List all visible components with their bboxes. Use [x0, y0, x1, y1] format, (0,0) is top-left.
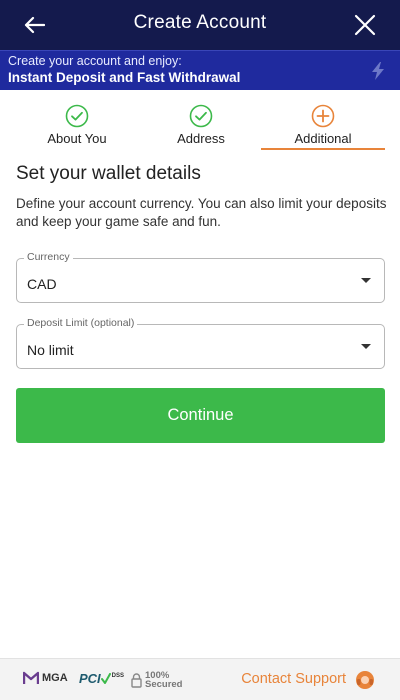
section-description: Define your account currency. You can al… — [16, 196, 387, 229]
promo-banner: Create your account and enjoy: Instant D… — [0, 50, 400, 90]
step-additional[interactable]: Additional — [261, 98, 385, 150]
lock-icon — [131, 672, 142, 688]
caret-down-icon — [361, 278, 371, 283]
currency-value: CAD — [27, 276, 57, 292]
plus-circle-icon — [311, 104, 335, 128]
secured-line-2: Secured — [145, 679, 183, 690]
caret-down-icon — [361, 344, 371, 349]
mga-logo-icon — [23, 671, 39, 684]
check-circle-icon — [189, 104, 213, 128]
arrow-left-icon — [24, 16, 45, 34]
footer-bar: MGA PCI DSS 100% Secured Contact Support — [0, 658, 400, 700]
close-button[interactable] — [350, 10, 380, 40]
deposit-limit-value: No limit — [27, 342, 74, 358]
deposit-limit-select[interactable]: Deposit Limit (optional) No limit — [16, 317, 385, 369]
promo-line-1: Create your account and enjoy: — [8, 54, 182, 68]
currency-select[interactable]: Currency CAD — [16, 251, 385, 303]
mga-badge: MGA — [23, 671, 68, 685]
active-step-indicator — [261, 148, 385, 150]
step-label: Additional — [294, 131, 352, 146]
lightning-bolt-icon — [372, 62, 384, 80]
deposit-limit-label: Deposit Limit (optional) — [24, 317, 138, 329]
check-circle-icon — [65, 104, 89, 128]
pci-check-icon — [100, 672, 111, 684]
mga-text: MGA — [42, 672, 68, 684]
continue-button[interactable]: Continue — [16, 388, 385, 443]
back-button[interactable] — [18, 11, 50, 39]
dss-text: DSS — [111, 673, 125, 679]
pci-dss-badge: PCI DSS — [79, 671, 124, 686]
step-about-you[interactable]: About You — [17, 98, 137, 150]
app-header: Create Account — [0, 0, 400, 50]
progress-steps: About You Address Additional — [0, 98, 400, 150]
close-icon — [354, 14, 376, 36]
pci-text: PCI — [79, 671, 101, 686]
secured-badge: 100% Secured — [131, 671, 183, 689]
section-heading: Set your wallet details — [16, 163, 201, 184]
step-address[interactable]: Address — [141, 98, 261, 150]
page-title: Create Account — [133, 12, 267, 33]
currency-label: Currency — [24, 251, 73, 263]
step-label: About You — [47, 131, 107, 146]
step-label: Address — [177, 131, 225, 146]
headset-icon[interactable] — [354, 669, 376, 691]
secured-text: 100% Secured — [145, 671, 183, 690]
promo-line-2: Instant Deposit and Fast Withdrawal — [8, 70, 241, 85]
contact-support-link[interactable]: Contact Support — [241, 671, 346, 687]
